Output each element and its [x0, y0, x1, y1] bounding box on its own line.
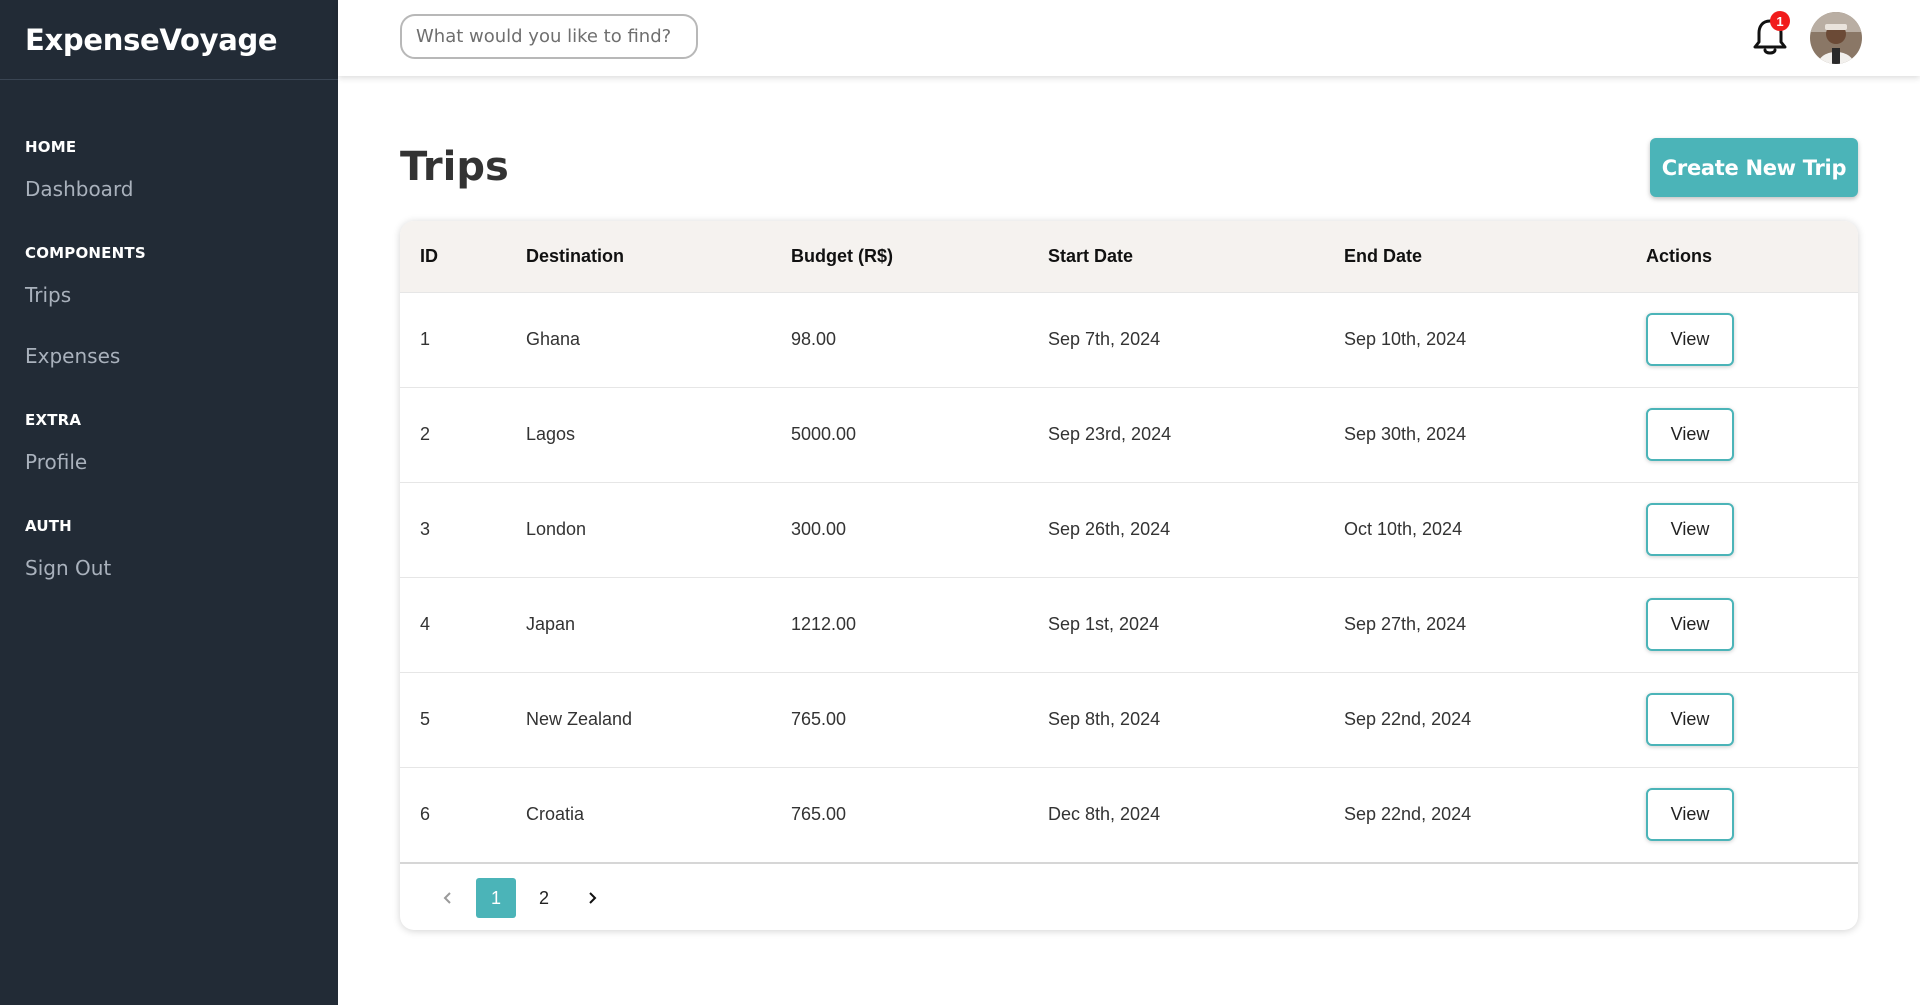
- sidebar-nav: HOME Dashboard COMPONENTS Trips Expenses…: [0, 80, 338, 580]
- sidebar-item-trips[interactable]: Trips: [0, 283, 338, 344]
- cell-actions: View: [1626, 577, 1858, 672]
- cell-id: 1: [420, 329, 431, 349]
- sidebar-item-expenses[interactable]: Expenses: [0, 344, 338, 368]
- cell-start-date: Sep 23rd, 2024: [1048, 424, 1172, 444]
- view-button[interactable]: View: [1646, 503, 1734, 556]
- nav-section-extra: EXTRA Profile: [0, 411, 338, 474]
- cell-end-date: Sep 10th, 2024: [1344, 329, 1467, 349]
- cell-end-date: Sep 22nd, 2024: [1344, 804, 1472, 825]
- cell-actions: View: [1626, 387, 1858, 482]
- cell-destination: Lagos: [526, 424, 576, 444]
- cell-destination: Japan: [526, 614, 576, 634]
- nav-heading-components: COMPONENTS: [25, 244, 146, 262]
- cell-start-date: Sep 7th, 2024: [1048, 329, 1161, 349]
- chevron-left-icon[interactable]: [428, 878, 468, 918]
- sidebar: ExpenseVoyage HOME Dashboard COMPONENTS …: [0, 0, 338, 1005]
- cell-budget: 5000.00: [791, 424, 857, 444]
- nav-heading-home: HOME: [25, 138, 77, 156]
- cell-start-date: Sep 26th, 2024: [1048, 519, 1171, 539]
- table-row: 5 New Zealand 765.00 Sep 8th, 2024 Sep 2…: [400, 672, 1858, 767]
- nav-section-auth: AUTH Sign Out: [0, 517, 338, 580]
- sidebar-item-profile[interactable]: Profile: [0, 450, 338, 474]
- cell-start-date: Dec 8th, 2024: [1048, 804, 1161, 825]
- view-button[interactable]: View: [1646, 598, 1734, 651]
- cell-actions: View: [1626, 767, 1858, 862]
- cell-id: 3: [420, 519, 431, 539]
- cell-start-date: Sep 1st, 2024: [1048, 614, 1160, 634]
- brand-logo[interactable]: ExpenseVoyage: [0, 0, 338, 80]
- cell-id: 2: [420, 424, 431, 444]
- cell-destination: Ghana: [526, 329, 581, 349]
- cell-end-date: Sep 22nd, 2024: [1344, 709, 1472, 729]
- column-header-actions: Actions: [1646, 245, 1713, 266]
- cell-end-date: Sep 27th, 2024: [1344, 614, 1467, 634]
- nav-heading-auth: AUTH: [25, 517, 72, 535]
- cell-actions: View: [1626, 292, 1858, 387]
- table-row: 4 Japan 1212.00 Sep 1st, 2024 Sep 27th, …: [400, 577, 1858, 672]
- cell-end-date: Sep 30th, 2024: [1344, 424, 1467, 444]
- chevron-right-icon[interactable]: [572, 878, 612, 918]
- page-1-button[interactable]: 1: [476, 878, 516, 918]
- column-header-start-date[interactable]: Start Date: [1028, 221, 1324, 292]
- nav-section-components: COMPONENTS Trips Expenses: [0, 244, 338, 368]
- page-title: Trips: [400, 144, 509, 190]
- table-row: 2 Lagos 5000.00 Sep 23rd, 2024 Sep 30th,…: [400, 387, 1858, 482]
- cell-actions: View: [1626, 672, 1858, 767]
- column-header-id[interactable]: ID: [400, 221, 506, 292]
- cell-destination: London: [526, 519, 587, 539]
- view-button[interactable]: View: [1646, 313, 1734, 366]
- notification-badge: 1: [1770, 11, 1790, 31]
- top-bar: 1: [338, 0, 1920, 76]
- cell-actions: View: [1626, 482, 1858, 577]
- column-header-destination[interactable]: Destination: [506, 221, 771, 292]
- sidebar-item-sign-out[interactable]: Sign Out: [0, 556, 338, 580]
- trips-table-card: ID Destination Budget (R$) Start Date En…: [400, 221, 1858, 930]
- view-button[interactable]: View: [1646, 788, 1734, 842]
- cell-budget: 765.00: [791, 804, 847, 825]
- view-button[interactable]: View: [1646, 408, 1734, 461]
- cell-destination: Croatia: [526, 804, 585, 825]
- nav-heading-extra: EXTRA: [25, 411, 82, 429]
- pagination: 1 2: [400, 862, 1858, 930]
- trips-table: ID Destination Budget (R$) Start Date En…: [400, 221, 1858, 862]
- page-2-button[interactable]: 2: [524, 878, 564, 918]
- cell-id: 4: [420, 614, 431, 634]
- cell-budget: 300.00: [791, 519, 847, 539]
- view-button[interactable]: View: [1646, 693, 1734, 746]
- avatar[interactable]: [1810, 12, 1862, 64]
- cell-id: 6: [420, 804, 431, 825]
- column-header-budget[interactable]: Budget (R$): [771, 221, 1028, 292]
- nav-section-home: HOME Dashboard: [0, 138, 338, 201]
- cell-start-date: Sep 8th, 2024: [1048, 709, 1161, 729]
- cell-end-date: Oct 10th, 2024: [1344, 519, 1463, 539]
- column-header-end-date[interactable]: End Date: [1324, 221, 1626, 292]
- table-row: 6 Croatia 765.00 Dec 8th, 2024 Sep 22nd,…: [400, 767, 1858, 862]
- cell-budget: 98.00: [791, 329, 837, 349]
- table-row: 3 London 300.00 Sep 26th, 2024 Oct 10th,…: [400, 482, 1858, 577]
- cell-destination: New Zealand: [526, 709, 633, 729]
- cell-budget: 1212.00: [791, 614, 857, 634]
- cell-id: 5: [420, 709, 431, 729]
- search-input[interactable]: [400, 14, 698, 59]
- cell-budget: 765.00: [791, 709, 847, 729]
- create-new-trip-button[interactable]: Create New Trip: [1650, 138, 1858, 197]
- table-row: 1 Ghana 98.00 Sep 7th, 2024 Sep 10th, 20…: [400, 292, 1858, 387]
- table-header-row: ID Destination Budget (R$) Start Date En…: [400, 221, 1858, 292]
- sidebar-item-dashboard[interactable]: Dashboard: [0, 177, 338, 201]
